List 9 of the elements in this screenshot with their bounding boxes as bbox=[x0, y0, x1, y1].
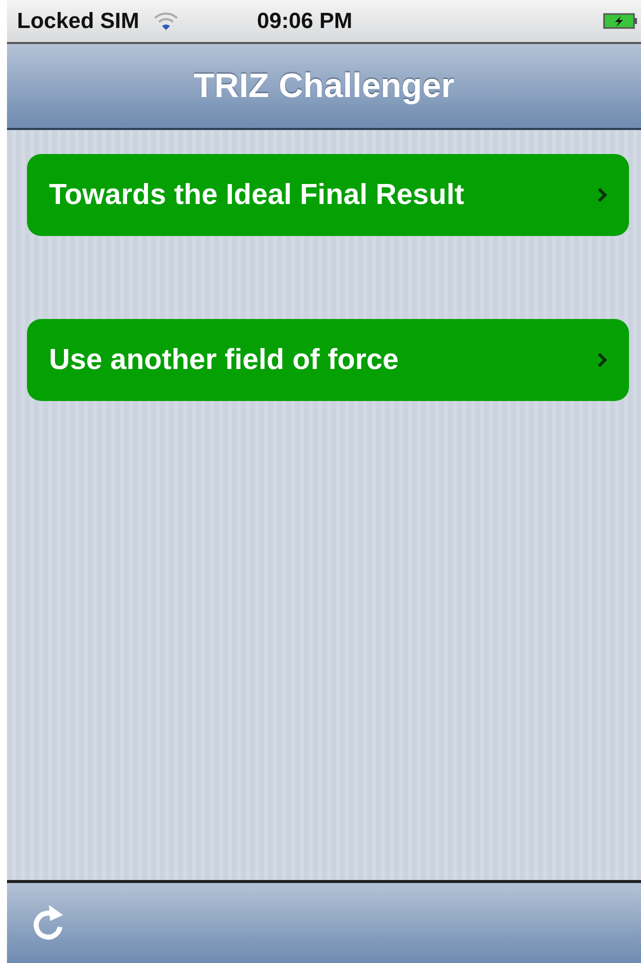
battery-icon bbox=[603, 12, 637, 30]
clock-time: 09:06 PM bbox=[257, 8, 354, 34]
carrier-label: Locked SIM bbox=[17, 8, 140, 34]
chevron-icon bbox=[597, 352, 607, 368]
chevron-icon bbox=[597, 187, 607, 203]
menu-item[interactable]: Use another field of force bbox=[27, 319, 629, 401]
wifi-icon bbox=[153, 11, 180, 31]
menu-item[interactable]: Towards the Ideal Final Result bbox=[27, 154, 629, 236]
nav-title: TRIZ Challenger bbox=[194, 66, 454, 106]
